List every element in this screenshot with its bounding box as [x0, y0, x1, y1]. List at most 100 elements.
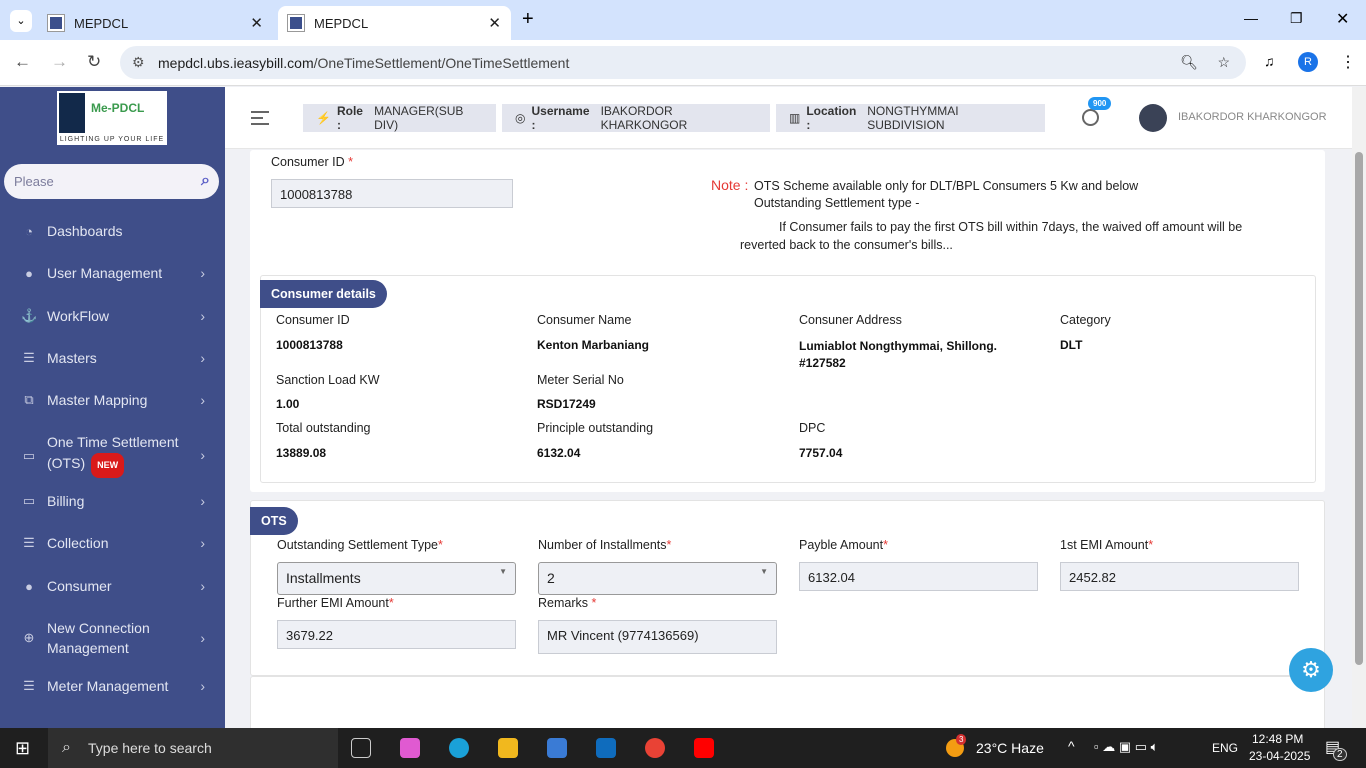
- consumer-id-input[interactable]: 1000813788: [271, 179, 513, 208]
- field-label: Principle outstanding: [537, 421, 654, 435]
- tray-icons[interactable]: ▫ ☁ ▣ ▭ 🔈︎: [1094, 739, 1158, 755]
- close-tab-icon[interactable]: ✕: [488, 14, 501, 32]
- task-view-icon[interactable]: [351, 738, 371, 758]
- further-emi-input[interactable]: 3679.22: [277, 620, 516, 649]
- sidebar-item-masters[interactable]: ☰ Masters ›: [0, 350, 225, 366]
- sidebar-item-meter-management[interactable]: ☰ Meter Management ›: [0, 678, 225, 694]
- url-input[interactable]: ⚙ mepdcl.ubs.ieasybill.com/OneTimeSettle…: [120, 46, 1246, 79]
- page-scrollbar[interactable]: [1352, 87, 1366, 728]
- sidebar-search-input[interactable]: Please ⌕: [4, 164, 219, 199]
- remarks-label: Remarks: [538, 596, 589, 610]
- tab-title: MEPDCL: [74, 15, 129, 31]
- browser-tab-2[interactable]: MEPDCL ✕: [278, 6, 511, 40]
- clock-date[interactable]: 23-04-2025: [1249, 749, 1310, 763]
- bookmark-star-icon[interactable]: ☆: [1217, 54, 1230, 71]
- copilot-icon[interactable]: [400, 738, 420, 758]
- menu-label: Consumer: [47, 578, 112, 594]
- restore-button[interactable]: ❐: [1290, 10, 1303, 27]
- language-indicator[interactable]: ENG: [1212, 741, 1238, 755]
- field-value: 1.00: [276, 397, 300, 411]
- chevron-right-icon: ›: [200, 308, 205, 324]
- sidebar-item-dashboards[interactable]: ◔ Dashboards: [0, 223, 225, 239]
- clock-icon[interactable]: [1082, 109, 1099, 126]
- weather-text[interactable]: 23°C Haze: [976, 740, 1044, 756]
- remarks-input[interactable]: MR Vincent (9774136569): [538, 620, 777, 654]
- new-tab-button[interactable]: +: [522, 8, 534, 31]
- username-chip: ◎ Username : IBAKORDOR KHARKONGOR: [502, 104, 770, 132]
- menu-label: User Management: [47, 265, 163, 281]
- sidebar-item-master-mapping[interactable]: ⧉ Master Mapping ›: [0, 392, 225, 408]
- browser-tab-1[interactable]: MEPDCL ✕: [38, 6, 273, 40]
- reload-icon[interactable]: ↻: [87, 52, 101, 72]
- further-emi-label: Further EMI Amount: [277, 596, 389, 610]
- menu-label: Master Mapping: [47, 392, 148, 408]
- back-icon[interactable]: ←: [14, 52, 31, 72]
- minimize-button[interactable]: —: [1244, 10, 1258, 26]
- top-header: ⚡ Role : MANAGER(SUB DIV) ◎ Username : IBAKO…: [225, 87, 1352, 149]
- sidebar-item-ots[interactable]: ▭ One Time Settlement (OTS) NEW ›: [0, 432, 225, 478]
- windows-start-icon[interactable]: ⊞: [15, 738, 30, 759]
- installments-label: Number of Installments: [538, 538, 667, 552]
- footer-card: [250, 676, 1325, 736]
- menu-label: Meter Management: [47, 678, 169, 694]
- sitemap-icon: ⧉: [24, 392, 34, 407]
- close-window-button[interactable]: ✕: [1336, 9, 1349, 29]
- notification-badge: 900: [1088, 97, 1112, 110]
- tray-overflow-icon[interactable]: ^: [1068, 738, 1075, 754]
- chevron-right-icon: ›: [200, 350, 205, 366]
- forward-icon[interactable]: →: [51, 52, 68, 72]
- field-value: RSD17249: [537, 397, 596, 411]
- field-value: 1000813788: [276, 338, 343, 352]
- menu-label: Collection: [47, 535, 109, 551]
- chevron-right-icon: ›: [200, 678, 205, 694]
- windows-taskbar: ⊞ ⌕ Type here to search 3 23°C Haze ^ ▫ ☁…: [0, 728, 1366, 768]
- sidebar-item-new-connection[interactable]: ⊕ New Connection Management ›: [0, 618, 225, 658]
- sidebar-item-billing[interactable]: ▭ Billing ›: [0, 493, 225, 509]
- menu-label: WorkFlow: [47, 308, 109, 324]
- tab-list-button[interactable]: ⌄: [10, 10, 32, 32]
- file-explorer-icon[interactable]: [498, 738, 518, 758]
- sidebar-item-consumer[interactable]: ● Consumer ›: [0, 578, 225, 594]
- close-tab-icon[interactable]: ✕: [250, 14, 263, 32]
- profile-avatar[interactable]: R: [1298, 52, 1318, 72]
- search-icon[interactable]: ⌕: [201, 172, 210, 190]
- plus-circle-icon: ⊕: [23, 630, 35, 645]
- sidebar-item-collection[interactable]: ☰ Collection ›: [0, 535, 225, 551]
- sidebar-item-user-management[interactable]: ● User Management ›: [0, 265, 225, 281]
- field-label: Consumer ID: [276, 313, 350, 327]
- note-line: OTS Scheme available only for DLT/BPL Co…: [754, 179, 1139, 193]
- settlement-type-select[interactable]: Installments ▼: [277, 562, 516, 595]
- url-host: mepdcl.ubs.ieasybill.com: [158, 54, 314, 71]
- field-label: Total outstanding: [276, 421, 371, 435]
- edge-icon[interactable]: [449, 738, 469, 758]
- media-control-icon[interactable]: ♫: [1264, 53, 1275, 69]
- role-chip: ⚡ Role : MANAGER(SUB DIV): [303, 104, 496, 132]
- site-info-icon[interactable]: ⚙: [132, 54, 145, 71]
- taskbar-search-input[interactable]: ⌕ Type here to search: [48, 728, 338, 768]
- payable-amount-input[interactable]: 6132.04: [799, 562, 1038, 591]
- outlook-icon[interactable]: [596, 738, 616, 758]
- chevron-right-icon: ›: [200, 392, 205, 408]
- user-display-name[interactable]: IBAKORDOR KHARKONGOR: [1178, 111, 1327, 123]
- favicon-icon: [287, 14, 305, 32]
- user-icon: ●: [25, 265, 33, 281]
- hamburger-menu-icon[interactable]: [251, 111, 269, 129]
- chevron-right-icon: ›: [200, 493, 205, 509]
- weather-badge: 3: [956, 734, 967, 745]
- avatar[interactable]: [1139, 104, 1167, 132]
- installments-select[interactable]: 2 ▼: [538, 562, 777, 595]
- dropdown-arrow-icon: ▼: [499, 567, 507, 576]
- first-emi-input[interactable]: 2452.82: [1060, 562, 1299, 591]
- chrome-icon[interactable]: [645, 738, 665, 758]
- settings-gear-button[interactable]: ⚙: [1289, 648, 1333, 692]
- youtube-icon[interactable]: [694, 738, 714, 758]
- chevron-right-icon: ›: [200, 630, 205, 646]
- clock-time[interactable]: 12:48 PM: [1252, 732, 1303, 746]
- store-icon[interactable]: [547, 738, 567, 758]
- zoom-icon[interactable]: 🔍︎: [1180, 54, 1198, 71]
- search-placeholder: Type here to search: [88, 740, 212, 756]
- field-value: 6132.04: [537, 446, 581, 460]
- sidebar-item-workflow[interactable]: ⚓ WorkFlow ›: [0, 308, 225, 324]
- chevron-right-icon: ›: [200, 578, 205, 594]
- browser-menu-icon[interactable]: ⋮: [1340, 52, 1356, 72]
